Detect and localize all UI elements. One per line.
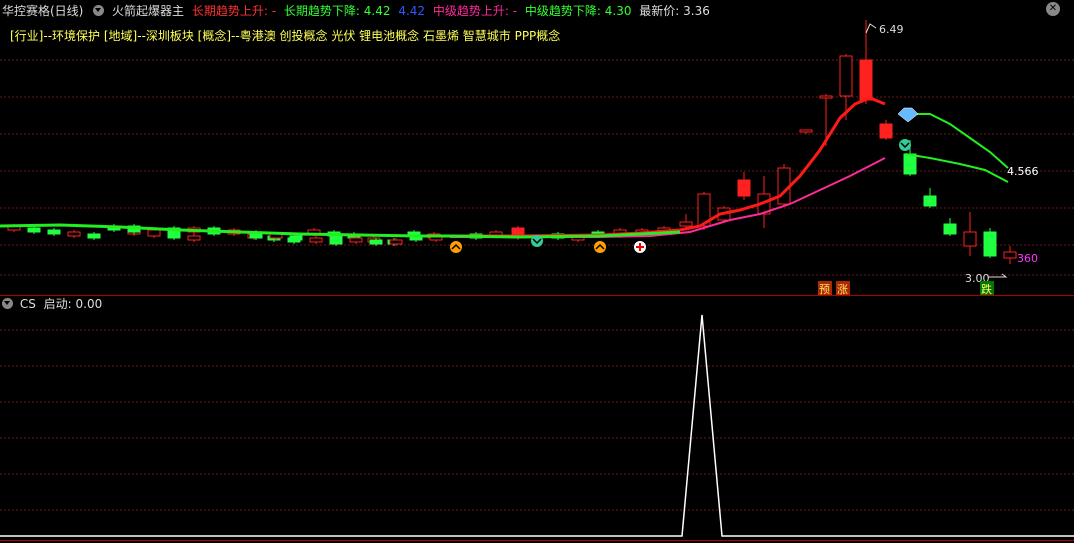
sub-grid <box>0 329 1074 511</box>
candle-body <box>349 237 363 243</box>
candle-body <box>903 153 917 175</box>
up-arrow-icon <box>450 241 462 253</box>
sub-indicator-dropdown-icon[interactable] <box>2 298 13 309</box>
candle-body <box>859 59 873 101</box>
down-arrow-icon <box>899 139 911 151</box>
plus-icon <box>634 241 646 253</box>
candle-body <box>983 231 997 257</box>
main-chart-canvas: 6.49 4.566 360 3.00 预 涨 跌 <box>0 20 1074 537</box>
mid-trend-line <box>450 157 886 238</box>
candle-body <box>289 235 303 241</box>
green-trend-line-lower <box>904 153 1009 183</box>
candlesticks <box>7 20 1017 264</box>
line-value-label: 4.566 <box>1007 165 1039 178</box>
candle-body <box>679 221 693 227</box>
panel-separator <box>0 295 1074 296</box>
high-pointer <box>865 23 877 34</box>
candle-body <box>389 239 403 245</box>
bottom-border <box>0 540 1074 541</box>
candle-body <box>1003 251 1017 259</box>
badge-die: 跌 <box>981 282 992 296</box>
cs-indicator-line <box>0 314 1074 537</box>
candle-body <box>147 229 161 237</box>
candle-body <box>329 235 343 245</box>
green-trend-line-left <box>0 223 681 239</box>
candle-body <box>67 231 81 237</box>
up-arrow-icon <box>594 241 606 253</box>
diamond-icon <box>897 107 919 123</box>
high-price-label: 6.49 <box>879 23 904 36</box>
candle-body <box>839 55 853 97</box>
sub-indicator-name[interactable]: CS <box>20 297 36 311</box>
candle-body <box>819 95 833 99</box>
sub-chart-header: CS 启动: 0.00 <box>0 297 102 311</box>
sub-start-label: 启动: 0.00 <box>43 297 103 311</box>
candle-body <box>369 239 383 245</box>
candle-body <box>187 235 201 241</box>
long-trend-line <box>450 96 886 238</box>
candle-body <box>309 237 323 243</box>
candle-body <box>799 129 813 133</box>
down-arrow-icon <box>531 235 543 247</box>
candle-body <box>943 223 957 235</box>
candle-body <box>879 123 893 139</box>
candle-body <box>47 229 61 235</box>
candle-body <box>87 233 101 239</box>
magenta-value-label: 360 <box>1017 252 1038 265</box>
candle-body <box>737 179 751 197</box>
green-trend-line-upper <box>905 113 1009 169</box>
candle-body <box>963 231 977 247</box>
candle-body <box>923 195 937 207</box>
candle-body <box>27 227 41 233</box>
